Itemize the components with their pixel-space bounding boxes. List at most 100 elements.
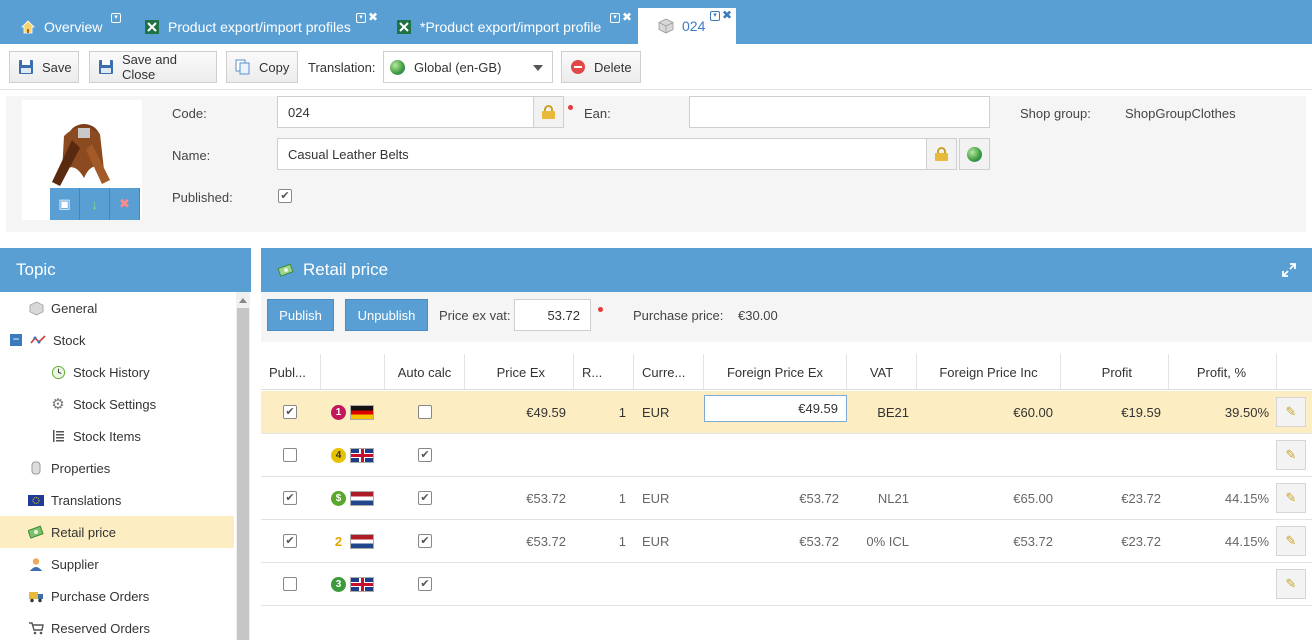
table-row[interactable]: 3 ✔ ✎: [261, 563, 1312, 606]
topic-item-stock-items[interactable]: Stock Items: [0, 420, 234, 452]
profit-cell: [1061, 563, 1169, 605]
table-row[interactable]: ✔ $ ✔ €53.72 1 EUR €53.72 NL21 €65.00 €2…: [261, 477, 1312, 520]
remove-image-button[interactable]: ✖: [110, 188, 140, 220]
auto-calc-checkbox[interactable]: ✔: [418, 534, 432, 548]
row-published-checkbox[interactable]: [283, 577, 297, 591]
close-icon[interactable]: ✖: [622, 11, 632, 23]
foreign-price-inc-cell: €53.72: [1013, 533, 1053, 549]
edit-row-button[interactable]: ✎: [1276, 526, 1306, 556]
copy-button[interactable]: Copy: [226, 51, 298, 83]
column-header[interactable]: VAT: [847, 354, 917, 390]
topic-item-retail-price[interactable]: Retail price: [0, 516, 234, 548]
tab-overview[interactable]: Overview ▾: [0, 10, 134, 44]
save-button[interactable]: Save: [9, 51, 79, 83]
row-published-checkbox[interactable]: ✔: [283, 405, 297, 419]
lock-button[interactable]: [533, 97, 563, 127]
tab-024[interactable]: 024 ▾ ✖: [638, 8, 736, 44]
row-published-checkbox[interactable]: ✔: [283, 534, 297, 548]
topic-scrollbar[interactable]: [236, 292, 250, 640]
close-icon[interactable]: ✖: [722, 9, 732, 21]
column-header[interactable]: Publ...: [261, 354, 321, 390]
translation-label: Translation:: [308, 60, 376, 75]
column-header[interactable]: Foreign Price Inc: [917, 354, 1061, 390]
tab-product-export-import-profile[interactable]: *Product export/import profile ▾ ✖: [376, 10, 638, 44]
price-ex-vat-input[interactable]: 53.72: [514, 299, 591, 331]
vat-cell: NL21: [877, 490, 909, 506]
upload-image-button[interactable]: ▣: [50, 188, 80, 220]
excel-icon: [144, 19, 160, 35]
price-ex-cell: €53.72: [526, 533, 566, 549]
name-label: Name:: [172, 148, 211, 163]
column-header[interactable]: Profit, %: [1169, 354, 1277, 390]
auto-calc-checkbox[interactable]: ✔: [418, 577, 432, 591]
vat-cell: BE21: [877, 404, 909, 420]
tab-menu-icon[interactable]: ▾: [710, 10, 720, 21]
name-field[interactable]: Casual Leather Belts: [277, 138, 957, 170]
topic-panel: Topic General − Stock Stock History ⚙ St…: [0, 248, 251, 640]
foreign-price-inc-cell: €60.00: [1013, 404, 1053, 420]
collapse-icon[interactable]: −: [10, 333, 22, 346]
edit-row-button[interactable]: ✎: [1276, 483, 1306, 513]
auto-calc-checkbox[interactable]: [418, 405, 432, 419]
table-row[interactable]: 4 ✔ ✎: [261, 434, 1312, 477]
table-row[interactable]: ✔ 2 ✔ €53.72 1 EUR €53.72 0% ICL €53.72 …: [261, 520, 1312, 563]
row-published-checkbox[interactable]: ✔: [283, 491, 297, 505]
required-indicator: [568, 105, 573, 110]
pencil-icon: ✎: [1285, 447, 1297, 462]
home-icon: [20, 19, 36, 35]
expand-icon[interactable]: [1282, 262, 1296, 277]
currency-cell: EUR: [642, 490, 670, 506]
column-header[interactable]: Profit: [1061, 354, 1169, 390]
column-header[interactable]: Price Ex: [465, 354, 574, 390]
foreign-price-ex-input[interactable]: €49.59: [704, 395, 847, 422]
topic-item-stock-settings[interactable]: ⚙ Stock Settings: [0, 388, 234, 420]
tab-label: 024: [682, 18, 706, 34]
auto-calc-checkbox[interactable]: ✔: [418, 491, 432, 505]
scroll-thumb[interactable]: [237, 308, 249, 640]
name-translation-button[interactable]: [959, 138, 990, 170]
code-field[interactable]: 024: [277, 96, 564, 128]
tab-menu-icon[interactable]: ▾: [111, 12, 121, 23]
auto-calc-checkbox[interactable]: ✔: [418, 448, 432, 462]
lock-button[interactable]: [926, 139, 956, 169]
unpublish-button[interactable]: Unpublish: [345, 299, 428, 331]
product-form: ▣ ↓ ✖ Code: 024 Ean: Shop group: ShopGro…: [6, 96, 1306, 232]
topic-item-properties[interactable]: Properties: [0, 452, 234, 484]
vat-cell: [847, 563, 917, 605]
column-header[interactable]: Curre...: [634, 354, 704, 390]
topic-item-purchase-orders[interactable]: Purchase Orders: [0, 580, 234, 612]
topic-item-stock-history[interactable]: Stock History: [0, 356, 234, 388]
tab-menu-icon[interactable]: ▾: [356, 12, 366, 23]
translation-select[interactable]: Global (en-GB): [383, 51, 553, 83]
publish-button[interactable]: Publish: [267, 299, 334, 331]
column-header[interactable]: Foreign Price Ex: [704, 354, 847, 390]
column-header[interactable]: Auto calc: [385, 354, 465, 390]
download-image-button[interactable]: ↓: [80, 188, 110, 220]
topic-item-general[interactable]: General: [0, 292, 234, 324]
delete-button[interactable]: Delete: [561, 51, 641, 83]
scroll-up-icon[interactable]: [239, 298, 247, 303]
currency-cell: EUR: [642, 533, 670, 549]
published-checkbox[interactable]: ✔: [278, 189, 292, 203]
row-published-checkbox[interactable]: [283, 448, 297, 462]
purchase-price-label: Purchase price:: [633, 308, 724, 323]
topic-item-translations[interactable]: Translations: [0, 484, 234, 516]
topic-item-stock[interactable]: − Stock: [0, 324, 234, 356]
column-header[interactable]: R...: [574, 354, 634, 390]
topic-item-supplier[interactable]: Supplier: [0, 548, 234, 580]
table-row[interactable]: ✔ 1 €49.59 1 EUR €49.59 BE21 €60.00 €19.…: [261, 391, 1312, 434]
edit-row-button[interactable]: ✎: [1276, 440, 1306, 470]
topic-item-reserved-orders[interactable]: Reserved Orders: [0, 612, 234, 640]
column-header[interactable]: [321, 354, 385, 390]
currency-cell: [634, 563, 704, 605]
uk-flag-icon: [350, 447, 374, 463]
code-label: Code:: [172, 106, 207, 121]
edit-row-button[interactable]: ✎: [1276, 397, 1306, 427]
tab-menu-icon[interactable]: ▾: [610, 12, 620, 23]
tab-product-export-import-profiles[interactable]: Product export/import profiles ▾ ✖: [124, 10, 382, 44]
currency-cell: [634, 434, 704, 476]
ean-field[interactable]: [689, 96, 990, 128]
save-and-close-button[interactable]: Save and Close: [89, 51, 217, 83]
cube-icon: [28, 300, 44, 316]
edit-row-button[interactable]: ✎: [1276, 569, 1306, 599]
